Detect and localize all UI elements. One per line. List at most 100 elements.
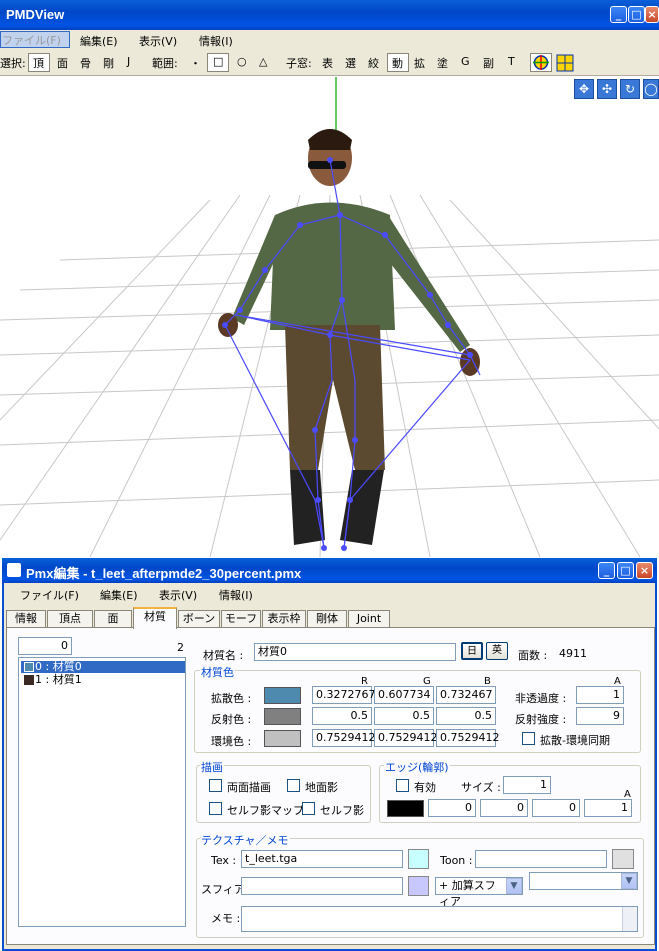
ambient-r[interactable]: 0.7529412: [312, 729, 376, 747]
editor-menu-info[interactable]: 情報(I): [219, 587, 253, 603]
range-triangle[interactable]: △: [259, 55, 267, 68]
pan-view-icon[interactable]: ✣: [597, 79, 617, 99]
maximize-icon[interactable]: □: [628, 6, 645, 23]
menu-info[interactable]: 情報(I): [199, 33, 233, 49]
alpha-input[interactable]: 1: [576, 686, 624, 704]
grid-icon[interactable]: [556, 54, 574, 72]
edge-r[interactable]: 0: [428, 799, 476, 817]
child-paint[interactable]: 塗: [437, 55, 448, 71]
tab-vertex[interactable]: 頂点: [47, 610, 93, 628]
material-name-label: 材質名 :: [203, 649, 244, 662]
edge-size-input[interactable]: 1: [503, 776, 551, 794]
editor-menu-file[interactable]: ファイル(F): [20, 587, 79, 603]
spec-power-label: 反射強度 :: [515, 713, 567, 726]
select-vertex[interactable]: 頂: [33, 55, 44, 71]
ambient-swatch[interactable]: [264, 730, 301, 747]
3d-viewport[interactable]: [0, 77, 659, 557]
child-sub[interactable]: 副: [483, 55, 494, 71]
list-item[interactable]: 1 : 材質1: [21, 674, 185, 686]
diffuse-b[interactable]: 0.732467: [436, 686, 496, 704]
tex-color-button[interactable]: [408, 849, 429, 869]
editor-menu-view[interactable]: 表示(V): [159, 587, 197, 603]
diffuse-g[interactable]: 0.607734: [374, 686, 434, 704]
tex-label: Tex :: [211, 854, 237, 867]
toon-input[interactable]: [475, 850, 607, 868]
tex-input[interactable]: t_leet.tga: [241, 850, 403, 868]
tab-material[interactable]: 材質: [133, 607, 177, 629]
ground-shadow-checkbox[interactable]: [287, 779, 300, 792]
sphere-color-button[interactable]: [408, 876, 429, 896]
minimize-icon[interactable]: _: [610, 6, 627, 23]
material-name-input[interactable]: 材質0: [254, 643, 456, 661]
editor-minimize-icon[interactable]: _: [598, 562, 615, 579]
child-text[interactable]: T: [508, 55, 515, 68]
self-shadow-label: セルフ影: [320, 804, 364, 817]
select-rigid[interactable]: 剛: [103, 55, 114, 71]
select-joint[interactable]: J: [127, 55, 130, 68]
ambient-b[interactable]: 0.7529412: [436, 729, 500, 747]
material-list[interactable]: 0 : 材質0 1 : 材質1: [18, 657, 186, 927]
range-rect[interactable]: □: [213, 55, 223, 68]
child-table[interactable]: 表: [322, 55, 333, 71]
sync-checkbox[interactable]: [522, 732, 535, 745]
tab-info[interactable]: 情報: [6, 610, 46, 628]
lang-ja-button[interactable]: 日: [461, 642, 483, 660]
list-item[interactable]: 0 : 材質0: [21, 661, 185, 673]
menu-view[interactable]: 表示(V): [139, 33, 177, 49]
chevron-down-icon[interactable]: ▼: [621, 873, 637, 889]
sphere-input[interactable]: [241, 877, 403, 895]
tab-rigid-body[interactable]: 剛体: [307, 610, 347, 628]
select-bone[interactable]: 骨: [80, 55, 91, 71]
edge-g[interactable]: 0: [480, 799, 528, 817]
double-sided-label: 両面描画: [227, 781, 271, 794]
edge-b[interactable]: 0: [532, 799, 580, 817]
chevron-down-icon[interactable]: ▼: [506, 878, 522, 894]
move-view-icon[interactable]: ✥: [574, 79, 594, 99]
editor-maximize-icon[interactable]: □: [617, 562, 634, 579]
menu-edit[interactable]: 編集(E): [80, 33, 118, 49]
tab-joint[interactable]: Joint: [348, 610, 390, 628]
lang-en-button[interactable]: 英: [486, 642, 508, 660]
specular-g[interactable]: 0.5: [374, 707, 434, 725]
tab-bone[interactable]: ボーン: [178, 610, 220, 628]
diffuse-r[interactable]: 0.3272767: [312, 686, 376, 704]
material-count: 2: [177, 641, 184, 654]
specular-swatch[interactable]: [264, 708, 301, 725]
close-icon[interactable]: ×: [645, 6, 659, 23]
double-sided-checkbox[interactable]: [209, 779, 222, 792]
toon-color-button[interactable]: [612, 849, 634, 869]
specular-r[interactable]: 0.5: [312, 707, 372, 725]
edge-color-swatch[interactable]: [387, 800, 424, 817]
self-shadow-map-checkbox[interactable]: [209, 802, 222, 815]
range-circle[interactable]: ○: [237, 55, 247, 68]
child-filter[interactable]: 絞: [368, 55, 379, 71]
self-shadow-checkbox[interactable]: [302, 802, 315, 815]
editor-menu-edit[interactable]: 編集(E): [100, 587, 138, 603]
memo-input[interactable]: [241, 906, 638, 932]
child-group[interactable]: G: [461, 55, 470, 68]
editor-close-icon[interactable]: ×: [636, 562, 653, 579]
target-icon[interactable]: [530, 53, 552, 72]
select-face[interactable]: 面: [57, 55, 68, 71]
spec-power-input[interactable]: 9: [576, 707, 624, 725]
ambient-g[interactable]: 0.7529412: [374, 729, 438, 747]
child-expand[interactable]: 拡: [414, 55, 425, 71]
toon-label: Toon :: [440, 854, 473, 867]
menu-file[interactable]: ファイル(F): [0, 31, 70, 48]
main-title-bar: PMDView _ □ ×: [0, 0, 659, 30]
tab-display-frame[interactable]: 表示枠: [262, 610, 306, 628]
material-color-group-title: 材質色: [200, 664, 235, 680]
zoom-view-icon[interactable]: ◯: [643, 79, 659, 99]
child-motion[interactable]: 動: [392, 55, 403, 71]
range-point[interactable]: ・: [190, 55, 201, 71]
child-select[interactable]: 選: [345, 55, 356, 71]
edge-a[interactable]: 1: [584, 799, 632, 817]
material-index-input[interactable]: 0: [18, 637, 72, 655]
diffuse-swatch[interactable]: [264, 687, 301, 704]
tab-morph[interactable]: モーフ: [221, 610, 261, 628]
rotate-view-icon[interactable]: ↻: [620, 79, 640, 99]
edge-enabled-checkbox[interactable]: [396, 779, 409, 792]
specular-b[interactable]: 0.5: [436, 707, 496, 725]
tab-face[interactable]: 面: [94, 610, 132, 628]
memo-scrollbar[interactable]: [622, 907, 637, 931]
